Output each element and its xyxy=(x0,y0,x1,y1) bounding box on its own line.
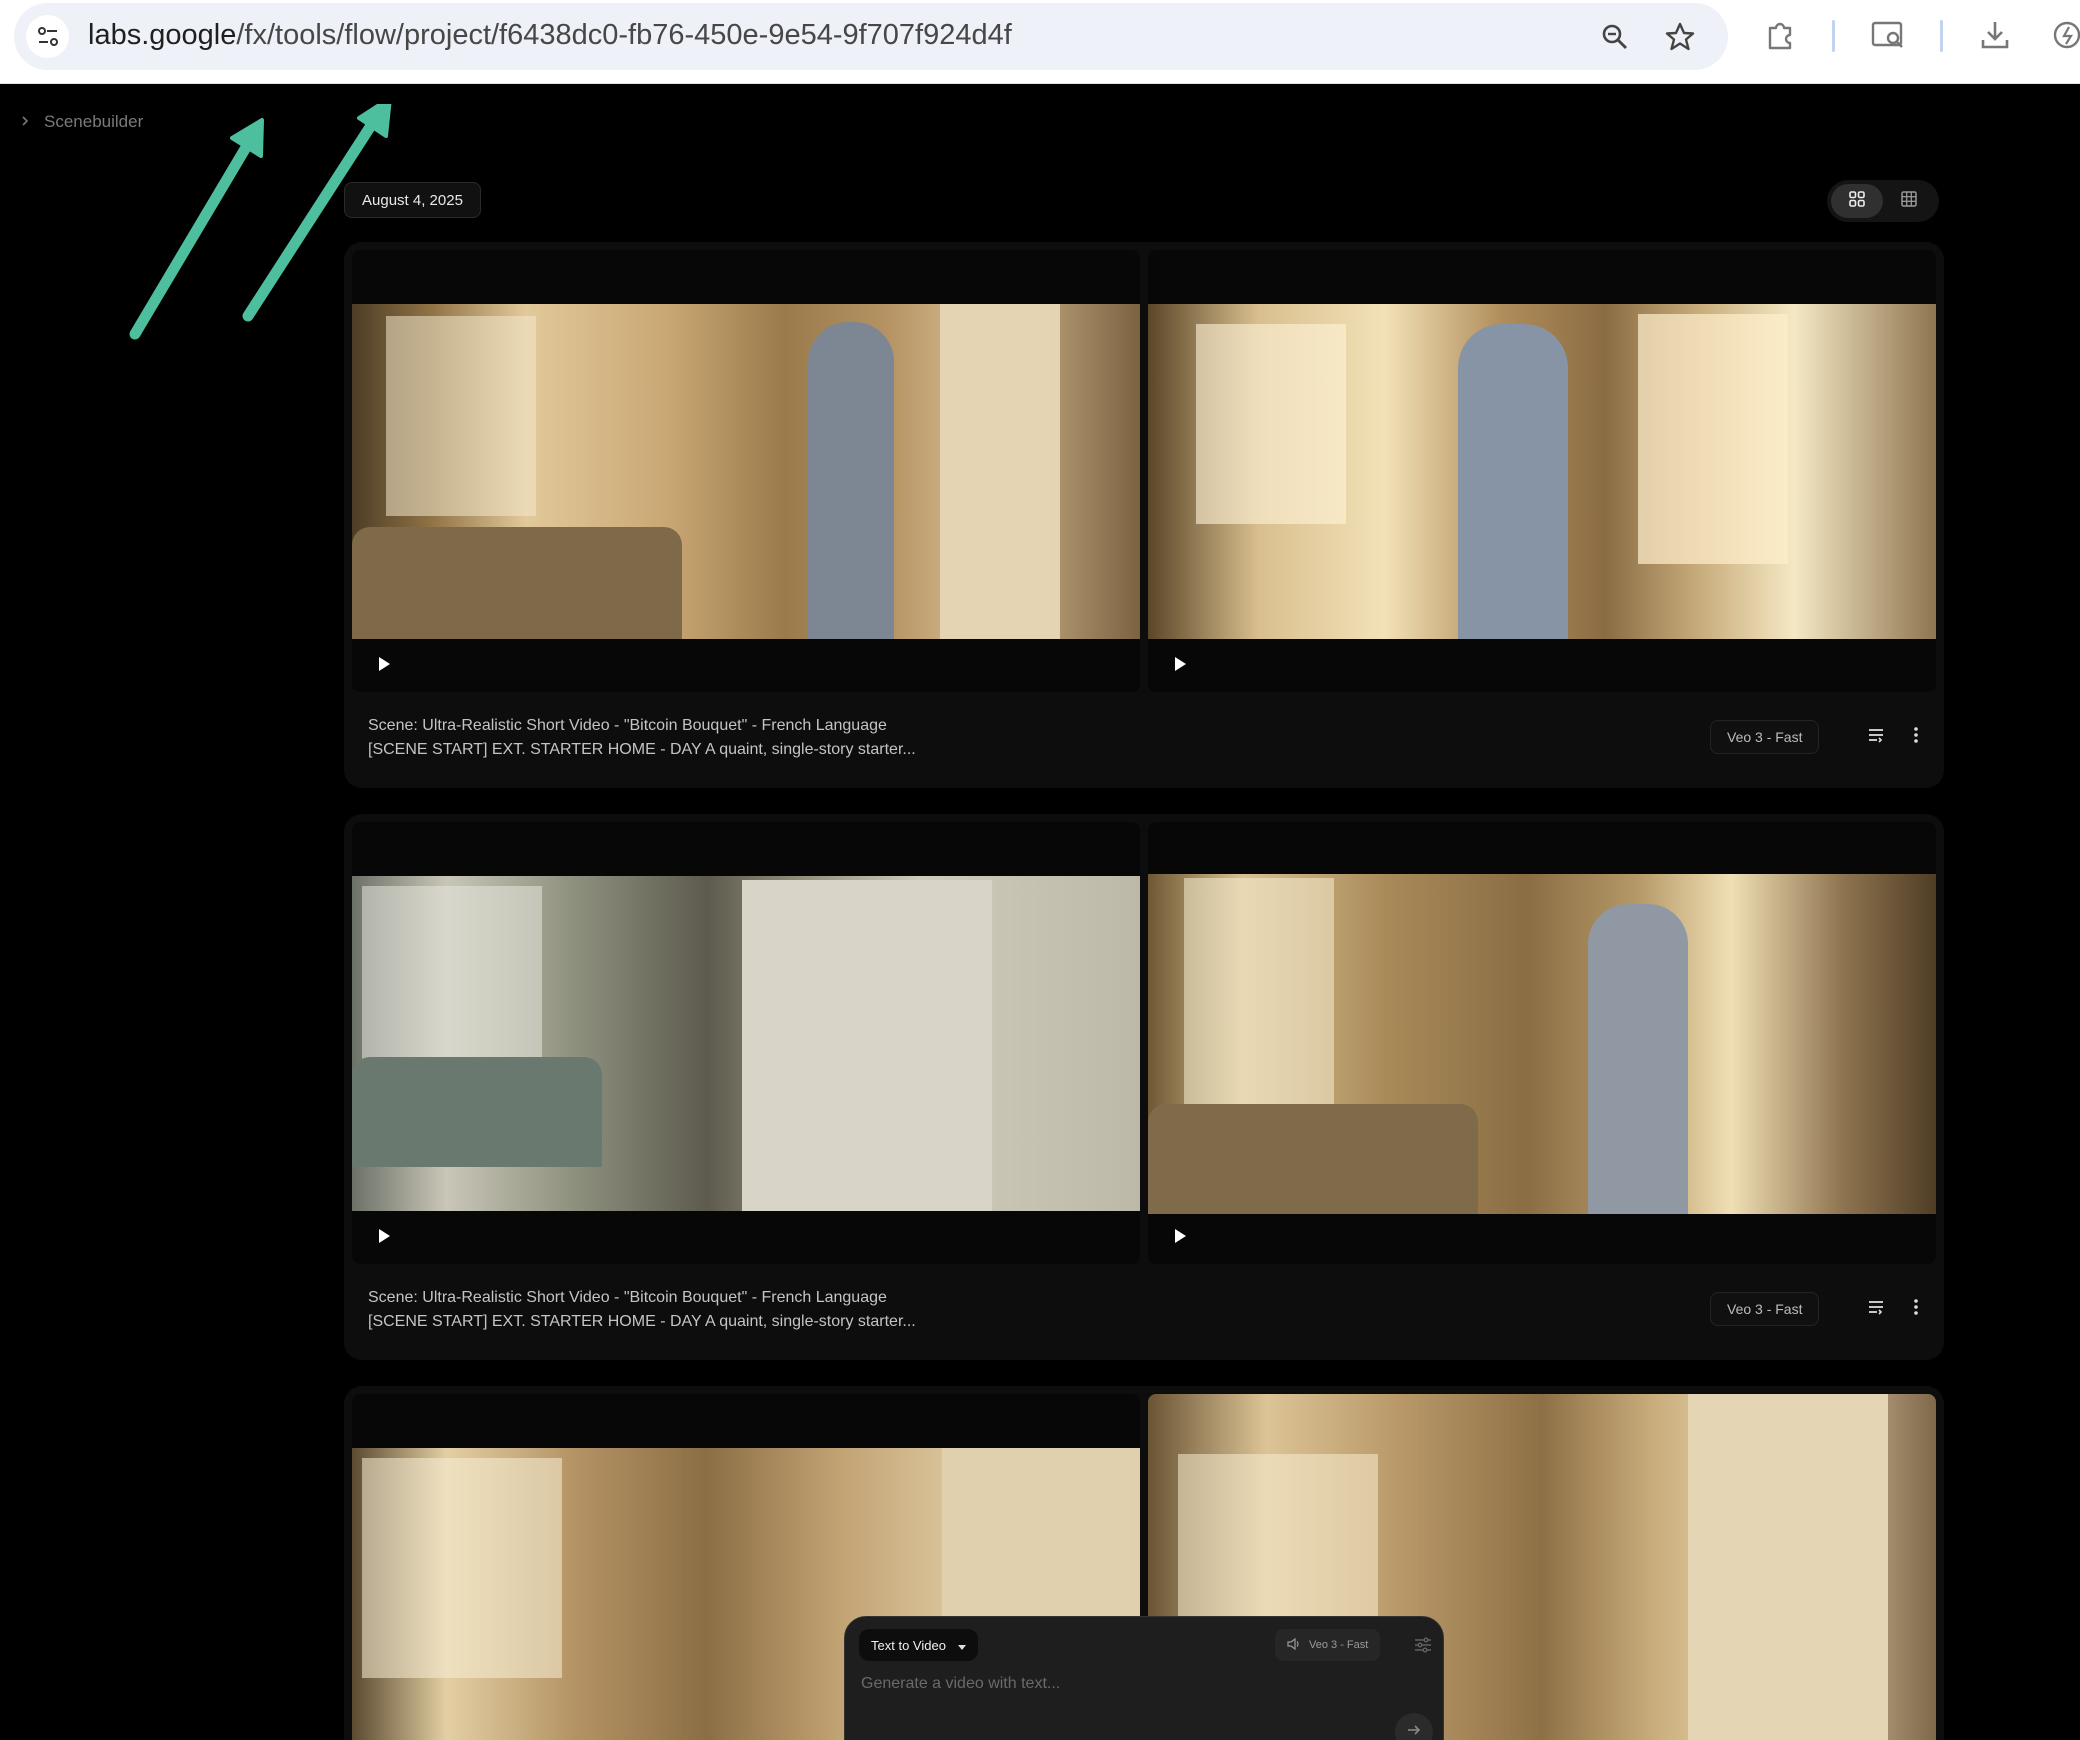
video-clip[interactable] xyxy=(352,822,1140,1264)
prompt-input[interactable]: Generate a video with text... xyxy=(861,1675,1060,1693)
scene-prompt[interactable]: Scene: Ultra-Realistic Short Video - "Bi… xyxy=(368,1286,916,1334)
prompt-line-2: [SCENE START] EXT. STARTER HOME - DAY A … xyxy=(368,1313,916,1330)
model-selector[interactable]: Veo 3 - Fast xyxy=(1275,1629,1381,1661)
scene-prompt[interactable]: Scene: Ultra-Realistic Short Video - "Bi… xyxy=(368,714,916,762)
page-search-icon[interactable] xyxy=(1865,12,1911,58)
extensions-icon[interactable] xyxy=(1758,12,1804,58)
tune-icon[interactable] xyxy=(1411,1633,1435,1657)
zoom-icon[interactable] xyxy=(1593,15,1636,58)
table-view-button[interactable] xyxy=(1883,184,1935,218)
video-thumbnail xyxy=(1148,304,1936,639)
more-options-button[interactable] xyxy=(1898,1291,1934,1327)
video-thumbnail xyxy=(352,876,1140,1211)
scene-card: Scene: Ultra-Realistic Short Video - "Bi… xyxy=(344,242,1944,788)
send-button[interactable] xyxy=(1395,1713,1433,1740)
address-bar[interactable]: labs.google/fx/tools/flow/project/f6438d… xyxy=(14,3,1728,70)
url-host: labs.google xyxy=(88,19,237,51)
mode-selector[interactable]: Text to Video xyxy=(859,1629,978,1661)
more-vert-icon xyxy=(1913,726,1919,749)
date-chip: August 4, 2025 xyxy=(344,182,481,218)
chevron-right-icon xyxy=(20,112,30,132)
browser-toolbar: labs.google/fx/tools/flow/project/f6438d… xyxy=(0,0,2080,84)
model-badge: Veo 3 - Fast xyxy=(1710,1292,1820,1326)
video-thumbnail xyxy=(1148,874,1936,1214)
mode-label: Text to Video xyxy=(871,1637,946,1653)
download-icon[interactable] xyxy=(1972,12,2018,58)
prompt-line-1: Scene: Ultra-Realistic Short Video - "Bi… xyxy=(368,1289,887,1306)
more-options-button[interactable] xyxy=(1898,719,1934,755)
list-add-icon xyxy=(1867,727,1885,748)
video-clip[interactable] xyxy=(1148,822,1936,1264)
url-path: /fx/tools/flow/project/f6438dc0-fb76-450… xyxy=(236,19,1012,51)
video-thumbnail xyxy=(352,304,1140,639)
site-settings-icon[interactable] xyxy=(26,15,69,58)
caret-down-icon xyxy=(957,1638,966,1653)
prompt-line-2: [SCENE START] EXT. STARTER HOME - DAY A … xyxy=(368,741,916,758)
play-icon[interactable] xyxy=(1170,1226,1190,1246)
model-label: Veo 3 - Fast xyxy=(1309,1639,1369,1651)
table-view-icon xyxy=(1901,190,1917,212)
video-clip[interactable] xyxy=(352,250,1140,692)
list-add-icon xyxy=(1867,1299,1885,1320)
view-toggle[interactable] xyxy=(1827,180,1939,222)
more-vert-icon xyxy=(1913,1298,1919,1321)
video-clip[interactable] xyxy=(1148,250,1936,692)
arrow-right-icon xyxy=(1407,1723,1421,1740)
sync-icon[interactable] xyxy=(2044,12,2080,58)
toolbar-divider xyxy=(1832,20,1835,52)
play-icon[interactable] xyxy=(374,654,394,674)
flow-app: Scenebuilder August 4, 2025 Scene: Ultra… xyxy=(0,84,2080,1740)
bookmark-star-icon[interactable] xyxy=(1658,15,1701,58)
scene-card: Scene: Ultra-Realistic Short Video - "Bi… xyxy=(344,814,1944,1360)
model-badge: Veo 3 - Fast xyxy=(1710,720,1820,754)
toolbar-divider xyxy=(1940,20,1943,52)
grid-view-button[interactable] xyxy=(1831,184,1883,218)
play-icon[interactable] xyxy=(1170,654,1190,674)
scene-builder-button[interactable] xyxy=(1858,719,1894,755)
prompt-composer: Text to Video Veo 3 - Fast Generate a vi… xyxy=(844,1616,1444,1740)
volume-icon xyxy=(1287,1637,1301,1653)
url-text[interactable]: labs.google/fx/tools/flow/project/f6438d… xyxy=(88,19,1012,52)
play-icon[interactable] xyxy=(374,1226,394,1246)
scene-builder-button[interactable] xyxy=(1858,1291,1894,1327)
prompt-line-1: Scene: Ultra-Realistic Short Video - "Bi… xyxy=(368,717,887,734)
grid-view-icon xyxy=(1849,190,1865,212)
